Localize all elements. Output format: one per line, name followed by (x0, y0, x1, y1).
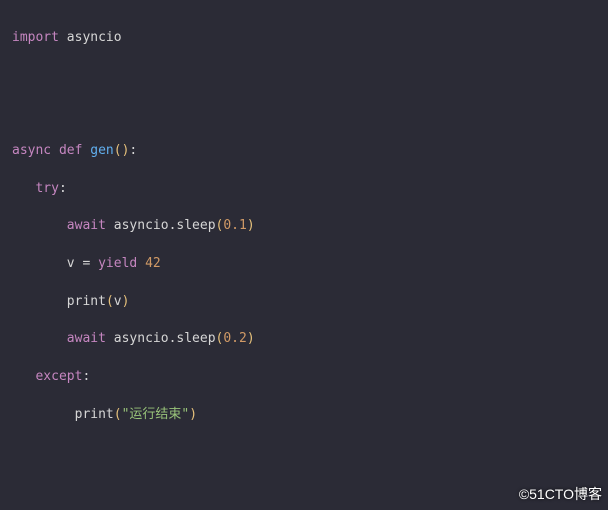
code-line: print(v) (12, 293, 596, 312)
code-line: import asyncio (12, 29, 596, 48)
code-line: await asyncio.sleep(0.1) (12, 217, 596, 236)
code-line: v = yield 42 (12, 255, 596, 274)
code-line (12, 443, 596, 462)
code-line (12, 481, 596, 500)
code-line: async def gen(): (12, 142, 596, 161)
code-block: import asyncio async def gen(): try: awa… (0, 0, 608, 510)
watermark: ©51CTO博客 (519, 484, 602, 504)
code-line: print("运行结束") (12, 406, 596, 425)
code-line: await asyncio.sleep(0.2) (12, 330, 596, 349)
code-line (12, 104, 596, 123)
code-line: except: (12, 368, 596, 387)
code-line: try: (12, 180, 596, 199)
code-line (12, 67, 596, 86)
